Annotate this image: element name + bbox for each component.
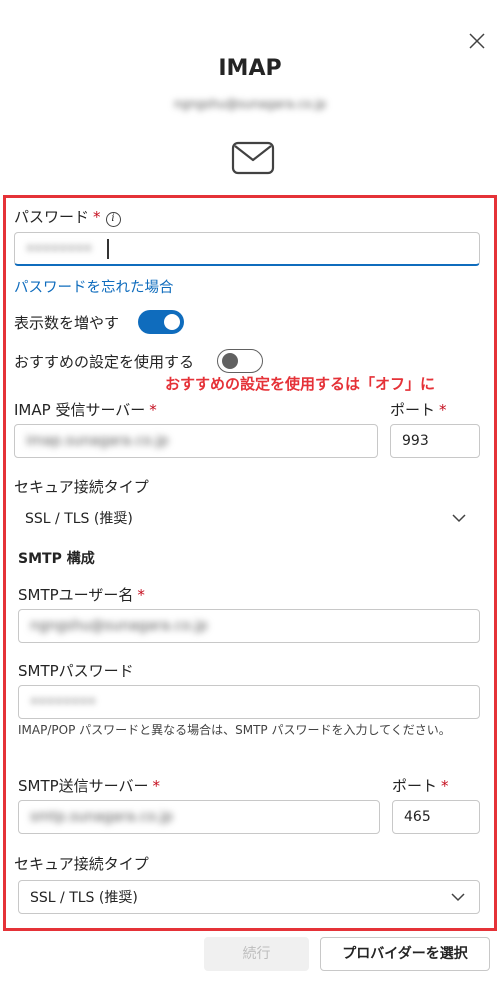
mail-icon: [231, 141, 275, 175]
smtp-section-title: SMTP 構成: [18, 551, 95, 567]
smtp-port-label: ポート *: [392, 777, 449, 795]
chevron-down-icon: [452, 514, 466, 523]
smtp-server-input[interactable]: smtp.sunagara.co.jp: [18, 800, 380, 834]
smtp-password-input[interactable]: ••••••••: [18, 685, 480, 719]
password-input[interactable]: ••••••••: [14, 232, 480, 266]
toggle-knob: [164, 314, 180, 330]
smtp-security-select[interactable]: SSL / TLS (推奨): [18, 880, 480, 914]
text-caret: [107, 239, 109, 259]
imap-server-label: IMAP 受信サーバー *: [14, 401, 157, 419]
password-label: パスワード * i: [14, 206, 121, 227]
recommended-settings-label: おすすめの設定を使用する: [14, 353, 195, 371]
page-title: IMAP: [218, 56, 282, 81]
choose-provider-button[interactable]: プロバイダーを選択: [320, 937, 490, 971]
smtp-security-label: セキュア接続タイプ: [14, 855, 149, 873]
smtp-server-label: SMTP送信サーバー *: [18, 777, 161, 795]
imap-security-label: セキュア接続タイプ: [14, 478, 149, 496]
toggle-knob: [222, 352, 238, 369]
imap-server-input[interactable]: imap.sunagara.co.jp: [14, 424, 378, 458]
smtp-user-input[interactable]: ngngshu@sunagara.co.jp: [18, 609, 480, 643]
smtp-password-hint: IMAP/POP パスワードと異なる場合は、SMTP パスワードを入力してくださ…: [18, 723, 451, 737]
smtp-port-input[interactable]: 465: [392, 800, 480, 834]
forgot-password-link[interactable]: パスワードを忘れた場合: [14, 276, 174, 297]
account-email: ngngshu@sunagara.co.jp: [173, 97, 327, 111]
recommended-settings-toggle[interactable]: [217, 349, 263, 373]
annotation-text: おすすめの設定を使用するは「オフ」に: [165, 375, 436, 393]
imap-port-input[interactable]: 993: [390, 424, 480, 458]
imap-port-label: ポート *: [390, 401, 447, 419]
chevron-down-icon: [451, 893, 465, 902]
smtp-password-label: SMTPパスワード: [18, 662, 134, 680]
info-icon[interactable]: i: [105, 212, 121, 227]
continue-button[interactable]: 続行: [204, 937, 309, 971]
show-more-toggle[interactable]: [138, 310, 184, 334]
show-more-label: 表示数を増やす: [14, 314, 120, 332]
close-icon[interactable]: [466, 30, 488, 52]
smtp-user-label: SMTPユーザー名 *: [18, 586, 145, 604]
imap-security-select[interactable]: SSL / TLS (推奨): [14, 502, 480, 536]
